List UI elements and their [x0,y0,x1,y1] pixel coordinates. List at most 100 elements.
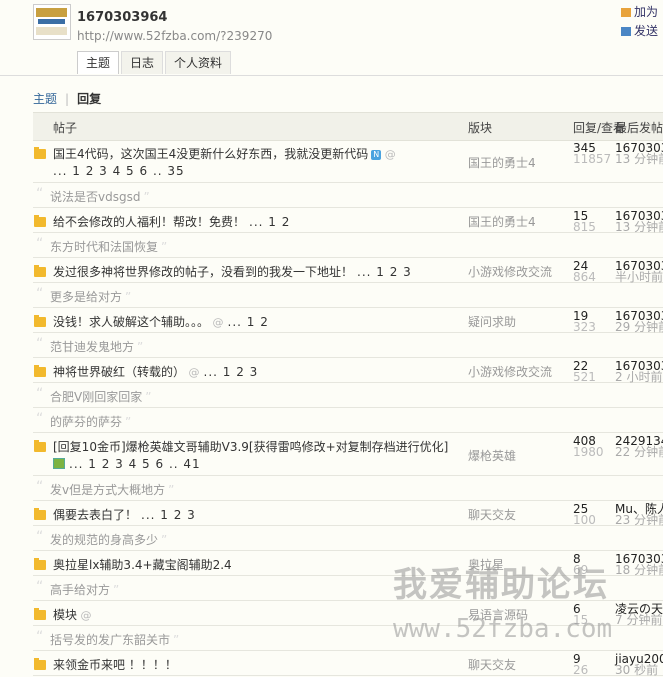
forum-link[interactable]: 小游戏修改交流 [468,363,552,380]
reply-quote[interactable]: “ 发的规范的身高多少” [33,526,663,551]
tab-blog[interactable]: 日志 [121,51,164,74]
last-post-time[interactable]: 2 小时前 [615,371,662,383]
topic-title-link[interactable]: 发过很多神将世界修改的帖子，没看到的我发一下地址！... 1 2 3 [53,263,412,280]
page-links-text: ... 1 2 3 4 5 6 .. 41 [69,457,201,471]
page-links[interactable]: ... 1 2 3 4 5 6 .. 35 [53,164,185,178]
table-row: 没钱！求人破解这个辅助。。。 @... 1 2疑问求助1932316703032… [33,308,663,333]
reply-quote[interactable]: “ 更多是给对方” [33,283,663,308]
topic-title-link[interactable]: 国王4代码，这次国王4没更新什么好东西，我就没更新代码 N @ [53,145,396,162]
reply-quote[interactable]: “ 的萨芬的萨芬” [33,408,663,433]
table-header: 帖子 版块 回复/查看 最后发帖 [33,112,663,141]
reply-quote[interactable]: “ 东方时代和法国恢复” [33,233,663,258]
forum-link[interactable]: 国王的勇士4 [468,213,536,230]
quote-open-icon: “ [36,411,44,427]
quote-text-wrap: 东方时代和法国恢复” [50,238,167,255]
forum-link[interactable]: 爆枪英雄 [468,447,516,464]
last-post-time[interactable]: 半小时前 [615,271,663,283]
col-topic: 帖子 [53,121,78,135]
quote-close-icon: ” [145,390,152,404]
topic-title-link[interactable]: 模块 @ [53,606,92,623]
topic-title-link[interactable]: 没钱！求人破解这个辅助。。。 @ ... 1 2 [53,313,269,330]
last-post-time[interactable]: 30 秒前 [615,664,658,676]
page-links[interactable]: ... 1 2 3 4 5 6 .. 41 [53,457,201,471]
reply-quote[interactable]: “ 说法是否vdsgsd” [33,183,663,208]
table-row: 神将世界破红（转载的） @... 1 2 3 小游戏修改交流 22 521 167030… [33,358,663,383]
reply-quote[interactable]: “ 范甘迪发鬼地方” [33,333,663,358]
folder-icon [34,508,46,520]
topic-title-link[interactable]: 偶要去表白了！... 1 2 3 [53,506,196,523]
quote-open-icon: “ [36,579,44,595]
topic-title-text: 偶要去表白了！ [53,508,138,522]
quote-text-wrap: 说法是否vdsgsd” [50,188,150,205]
quote-text-wrap: 更多是给对方” [50,288,131,305]
page-links[interactable]: ... 1 2 [249,215,290,229]
page-links[interactable]: ... 1 2 3 [204,365,259,379]
avatar[interactable] [33,4,71,40]
subnav-separator: | [65,92,70,106]
forum-link[interactable]: 聊天交友 [468,506,516,523]
folder-icon [34,215,46,227]
table-row: 偶要去表白了！... 1 2 3聊天交友25100Mu、陈人23 分钟前 [33,501,663,526]
last-post-time[interactable]: 22 分钟前 [615,446,663,458]
quote-close-icon: ” [125,290,132,304]
quote-text-wrap: 高手给对方” [50,581,119,598]
reply-quote[interactable]: “ 发v但是方式大概地方” [33,476,663,501]
quote-text: 合肥V刚回家回家 [50,390,143,404]
profile-actions: 加为 发送 [621,3,658,41]
topic-title-text: 给不会修改的人福利！帮改！免费！ [53,215,246,229]
last-post-time[interactable]: 13 分钟前 [615,221,663,233]
quote-text-wrap: 发v但是方式大概地方” [50,481,174,498]
topic-title-text: 奥拉星lx辅助3.4+藏宝阁辅助2.4 [53,558,232,572]
last-post-time[interactable]: 7 分钟前 [615,614,662,626]
quote-open-icon: “ [36,336,44,352]
add-friend-link[interactable]: 加为 [621,3,658,22]
page-links[interactable]: ... 1 2 [228,315,269,329]
quote-close-icon: ” [113,583,120,597]
page-links[interactable]: ... 1 2 3 [357,265,412,279]
folder-icon [34,440,46,452]
topic-title-text: 模块 [53,608,78,622]
quote-close-icon: ” [137,340,144,354]
quote-close-icon: ” [161,533,168,547]
quote-text: 发v但是方式大概地方 [50,483,166,497]
forum-link[interactable]: 小游戏修改交流 [468,263,552,280]
add-friend-icon [621,8,631,17]
quote-text-wrap: 合肥V刚回家回家” [50,388,151,405]
reply-quote[interactable]: “ 合肥V刚回家回家” [33,383,663,408]
topic-title-link[interactable]: 奥拉星lx辅助3.4+藏宝阁辅助2.4 [53,556,232,573]
quote-text-wrap: 范甘迪发鬼地方” [50,338,143,355]
view-count: 100 [573,513,596,527]
last-post-time[interactable]: 18 分钟前 [615,564,663,576]
folder-icon [34,365,46,377]
send-message-link[interactable]: 发送 [621,22,658,41]
subnav-topics-link[interactable]: 主题 [33,92,57,106]
forum-link[interactable]: 疑问求助 [468,313,516,330]
watermark-title: 我爱辅助论坛 [393,565,609,605]
forum-link[interactable]: 聊天交友 [468,656,516,673]
topic-title-link[interactable]: 神将世界破红（转载的） @ ... 1 2 3 [53,363,258,380]
view-count: 11857 [573,152,612,166]
topic-title-text: [回复10金币]爆枪英雄文哥辅助V3.9[获得雷鸣修改+对复制存档进行优化] [53,440,449,454]
quote-open-icon: “ [36,236,44,252]
topic-title-link[interactable]: [回复10金币]爆枪英雄文哥辅助V3.9[获得雷鸣修改+对复制存档进行优化] [53,438,448,455]
topic-title-link[interactable]: 来领金币来吧 ！！！！ [53,656,177,673]
folder-icon [34,658,46,670]
quote-text: 范甘迪发鬼地方 [50,340,135,354]
quote-close-icon: ” [125,415,132,429]
tab-topics[interactable]: 主题 [77,51,120,74]
last-post-time[interactable]: 23 分钟前 [615,514,663,526]
page-links[interactable]: ... 1 2 3 [141,508,196,522]
last-post-time[interactable]: 29 分钟前 [615,321,663,333]
view-count: 521 [573,370,596,384]
forum-link[interactable]: 国王的勇士4 [468,154,536,171]
table-row: 来领金币来吧 ！！！！ 聊天交友 9 26 jiayu200 30 秒前 [33,651,663,676]
view-count: 1980 [573,445,604,459]
quote-text: 更多是给对方 [50,290,123,304]
tab-profile[interactable]: 个人资料 [165,51,232,74]
view-count: 864 [573,270,596,284]
user-url[interactable]: http://www.52fzba.com/?239270 [77,29,272,43]
topic-title-link[interactable]: 给不会修改的人福利！帮改！免费！... 1 2 [53,213,290,230]
folder-icon [34,558,46,570]
last-post-time[interactable]: 13 分钟前 [615,153,663,165]
folder-icon [34,265,46,277]
